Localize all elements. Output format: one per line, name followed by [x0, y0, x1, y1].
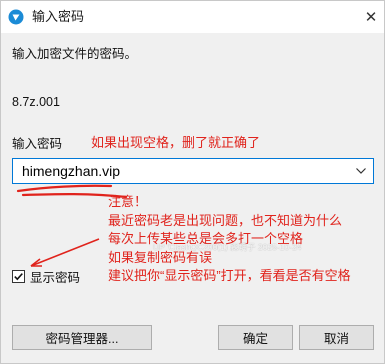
annotation-arrow [30, 238, 100, 267]
ok-button[interactable]: 确定 [218, 325, 293, 350]
window-title: 输入密码 [32, 9, 85, 24]
show-password-row[interactable]: 显示密码 [12, 267, 80, 286]
app-logo-icon [8, 9, 24, 25]
annotation-line: 最近密码老是出现问题，也不知道为什么 [108, 212, 343, 228]
password-dialog: 输入密码 ✕ 输入加密文件的密码。 8.7z.001 输入密码 如果出现空格，删… [0, 0, 385, 364]
password-dropdown-button[interactable] [351, 160, 371, 182]
cancel-button[interactable]: 取消 [299, 325, 374, 350]
annotation-underline [16, 184, 113, 193]
annotation-top-note: 如果出现空格，删了就正确了 [91, 135, 261, 150]
close-icon: ✕ [364, 9, 378, 26]
chevron-down-icon [356, 168, 366, 174]
annotation-line: 注意！ [108, 194, 148, 209]
password-manager-button[interactable]: 密码管理器... [12, 325, 152, 350]
archive-filename: 8.7z.001 [12, 95, 60, 109]
password-label: 输入密码 [12, 137, 63, 151]
show-password-label: 显示密码 [30, 271, 81, 285]
close-button[interactable]: ✕ [356, 1, 384, 33]
title-bar: 输入密码 ✕ [1, 1, 384, 33]
annotation-note-block: 注意！ 最近密码老是出现问题，也不知道为什么 每次上传某些总是会多打一个空格 如… [108, 193, 351, 286]
show-password-checkbox[interactable] [12, 270, 25, 283]
watermark: UP 'ClashQC200(1) 森玥子 2025-10-24 [153, 242, 302, 252]
annotation-arrowhead [30, 258, 42, 267]
password-combobox[interactable]: himengzhan.vip [12, 158, 374, 184]
dialog-prompt: 输入加密文件的密码。 [12, 47, 138, 61]
annotation-line: 建议把你“显示密码”打开，看看是否有空格 [108, 268, 351, 283]
password-input[interactable]: himengzhan.vip [22, 163, 120, 179]
checkmark-icon [14, 273, 23, 281]
